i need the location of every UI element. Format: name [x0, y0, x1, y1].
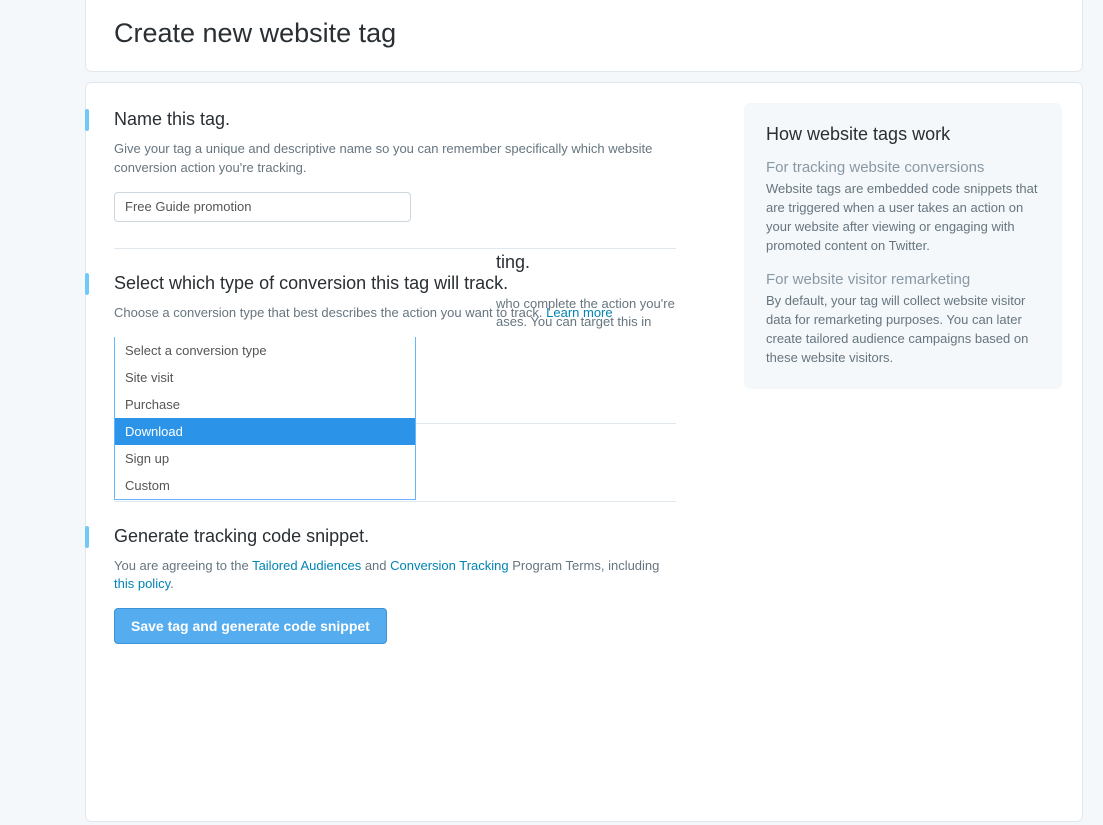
section-name-tag: Name this tag. Give your tag a unique an… — [86, 103, 676, 222]
section-desc: Give your tag a unique and descriptive n… — [114, 140, 676, 178]
info-text: By default, your tag will collect websit… — [766, 292, 1040, 367]
dropdown-option[interactable]: Purchase — [115, 391, 415, 418]
left-column: Name this tag. Give your tag a unique an… — [86, 103, 676, 781]
section-desc: You are agreeing to the Tailored Audienc… — [114, 557, 676, 595]
dropdown-option[interactable]: Sign up — [115, 445, 415, 472]
section-title: Name this tag. — [114, 109, 676, 130]
main-card: Name this tag. Give your tag a unique an… — [85, 82, 1083, 822]
this-policy-link[interactable]: this policy — [114, 576, 170, 591]
divider — [114, 501, 676, 502]
tailored-audiences-link[interactable]: Tailored Audiences — [252, 558, 361, 573]
conversion-type-dropdown: Select a conversion type Site visit Purc… — [114, 337, 416, 500]
right-column: How website tags work For tracking websi… — [744, 103, 1062, 781]
page-title: Create new website tag — [114, 18, 1054, 49]
section-generate-snippet: Generate tracking code snippet. You are … — [86, 520, 676, 595]
section-title-fragment: ting. — [496, 252, 676, 273]
partial-section-behind-dropdown: ting. who complete the action you're ase… — [496, 252, 676, 333]
section-title: Generate tracking code snippet. — [114, 526, 676, 547]
info-subtitle: For website visitor remarketing — [766, 271, 1040, 288]
info-subtitle: For tracking website conversions — [766, 159, 1040, 176]
header-card: Create new website tag — [85, 0, 1083, 72]
dropdown-option[interactable]: Select a conversion type — [115, 337, 415, 364]
info-panel: How website tags work For tracking websi… — [744, 103, 1062, 389]
dropdown-option[interactable]: Download — [115, 418, 415, 445]
info-title: How website tags work — [766, 124, 1040, 145]
save-generate-button[interactable]: Save tag and generate code snippet — [114, 608, 387, 644]
text-fragment: ases. You can target this in — [496, 313, 676, 332]
text-fragment: who complete the action you're — [496, 295, 676, 314]
info-text: Website tags are embedded code snippets … — [766, 180, 1040, 255]
dropdown-option[interactable]: Site visit — [115, 364, 415, 391]
dropdown-option[interactable]: Custom — [115, 472, 415, 499]
tag-name-input[interactable] — [114, 192, 411, 222]
divider — [114, 248, 676, 249]
conversion-tracking-link[interactable]: Conversion Tracking — [390, 558, 509, 573]
